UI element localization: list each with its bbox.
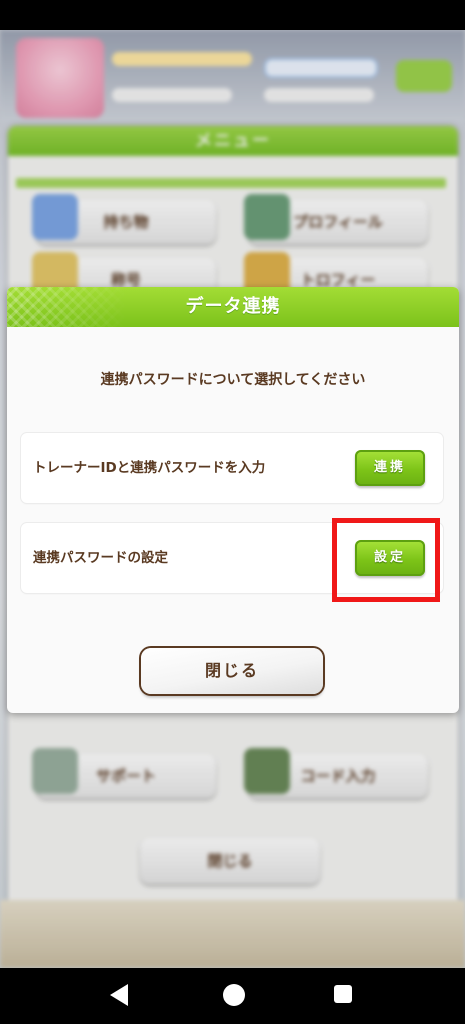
dialog-header: データ連携 xyxy=(7,287,459,327)
home-icon[interactable] xyxy=(223,984,245,1006)
status-bar xyxy=(0,0,465,30)
option-link: トレーナーIDと連携パスワードを入力 連携 xyxy=(21,433,443,503)
option-label: 連携パスワードの設定 xyxy=(33,550,168,566)
header-pattern xyxy=(7,287,127,327)
link-button[interactable]: 連携 xyxy=(355,450,425,486)
highlight-box xyxy=(332,518,440,602)
back-icon[interactable] xyxy=(110,984,128,1006)
recents-icon[interactable] xyxy=(334,985,352,1003)
data-link-dialog: データ連携 連携パスワードについて選択してください トレーナーIDと連携パスワー… xyxy=(7,287,459,713)
system-nav-bar xyxy=(0,968,465,1024)
dialog-message: 連携パスワードについて選択してください xyxy=(100,372,366,388)
option-label: トレーナーIDと連携パスワードを入力 xyxy=(33,460,266,476)
close-button[interactable]: 閉じる xyxy=(141,648,323,694)
dialog-title: データ連携 xyxy=(185,296,281,317)
